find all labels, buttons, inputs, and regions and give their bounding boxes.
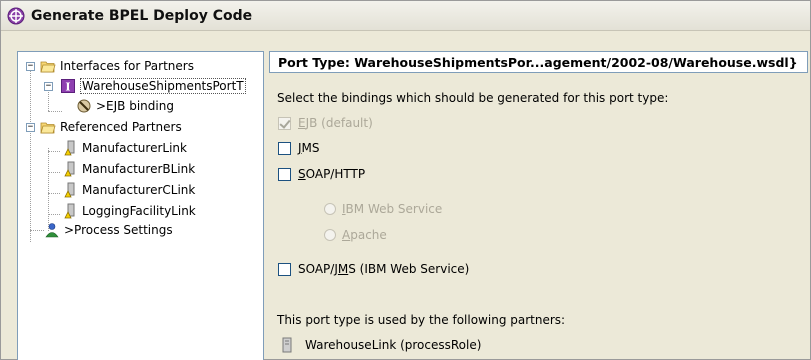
tree-item-label: ManufacturerLink [82, 140, 187, 155]
bpel-app-icon [7, 7, 25, 24]
svg-text:I: I [65, 80, 70, 93]
partner-list-item-label: WarehouseLink (processRole) [305, 338, 482, 352]
ibm-web-service-label: IBM Web Service [342, 202, 443, 216]
apache-radio[interactable] [324, 229, 336, 241]
tree-item-label: ManufacturerCLink [82, 182, 196, 197]
interface-icon: I [61, 78, 75, 93]
partners-tree[interactable]: − Interfaces for Partners − I WarehouseS… [17, 51, 264, 360]
soap-http-label: SOAP/HTTP [298, 167, 366, 181]
tree-item-process-settings[interactable]: >Process Settings [44, 220, 173, 239]
tree-item-label: >Process Settings [64, 222, 173, 237]
folder-open-icon [40, 61, 56, 72]
generate-bpel-dialog: Generate BPEL Deploy Code − Interfaces f… [0, 0, 811, 360]
tree-item-partner-link[interactable]: ManufacturerCLink [62, 180, 195, 199]
jms-label: JMS [298, 141, 320, 155]
port-type-title: Port Type: WarehouseShipmentsPor...ageme… [278, 54, 798, 70]
tree-item-label: ManufacturerBLink [82, 161, 196, 176]
tree-item-label: Interfaces for Partners [60, 58, 194, 73]
partner-list-item[interactable]: WarehouseLink (processRole) [281, 337, 481, 353]
tree-item-ejb-binding[interactable]: >EJB binding [76, 96, 174, 115]
tree-item-partner-link[interactable]: LoggingFacilityLink [62, 201, 196, 220]
tree-item-label: Referenced Partners [60, 119, 182, 134]
tree-item-label: WarehouseShipmentsPortT [80, 77, 246, 94]
jms-checkbox[interactable] [278, 142, 291, 155]
folder-open-icon [40, 122, 56, 133]
tree-item-partner-link[interactable]: ManufacturerLink [62, 138, 187, 157]
tree-item-label: >EJB binding [96, 98, 174, 113]
collapse-toggle-referenced[interactable]: − [26, 123, 35, 132]
tree-item-interfaces[interactable]: Interfaces for Partners [40, 56, 194, 75]
person-process-icon [45, 222, 59, 237]
partner-link-warning-icon [64, 161, 75, 176]
collapse-toggle-port[interactable]: − [44, 82, 53, 91]
tree-item-label: LoggingFacilityLink [82, 203, 196, 218]
tree-item-referenced-partners[interactable]: Referenced Partners [40, 117, 182, 136]
ejb-label: EJB (default) [298, 116, 373, 130]
binding-icon [77, 99, 91, 112]
collapse-toggle-interfaces[interactable]: − [26, 62, 35, 71]
window-title: Generate BPEL Deploy Code [31, 7, 253, 24]
partner-link-warning-icon [64, 182, 75, 197]
apache-label: Apache [342, 228, 387, 242]
partner-link-warning-icon [64, 203, 75, 218]
tree-item-partner-link[interactable]: ManufacturerBLink [62, 159, 195, 178]
ibm-web-service-radio[interactable] [324, 203, 336, 215]
port-type-header: Port Type: WarehouseShipmentsPor...ageme… [269, 51, 808, 73]
instructions-text: Select the bindings which should be gene… [277, 91, 669, 105]
soap-http-checkbox[interactable] [278, 168, 291, 181]
title-bar: Generate BPEL Deploy Code [1, 1, 810, 31]
used-by-text: This port type is used by the following … [277, 313, 566, 327]
tree-item-port-type[interactable]: I WarehouseShipmentsPortT [60, 76, 246, 95]
soap-jms-checkbox[interactable] [278, 263, 291, 276]
soap-jms-label: SOAP/JMS (IBM Web Service) [298, 262, 470, 276]
partner-link-icon [282, 337, 292, 353]
ejb-checkbox[interactable] [278, 117, 291, 130]
partner-link-warning-icon [64, 140, 75, 155]
